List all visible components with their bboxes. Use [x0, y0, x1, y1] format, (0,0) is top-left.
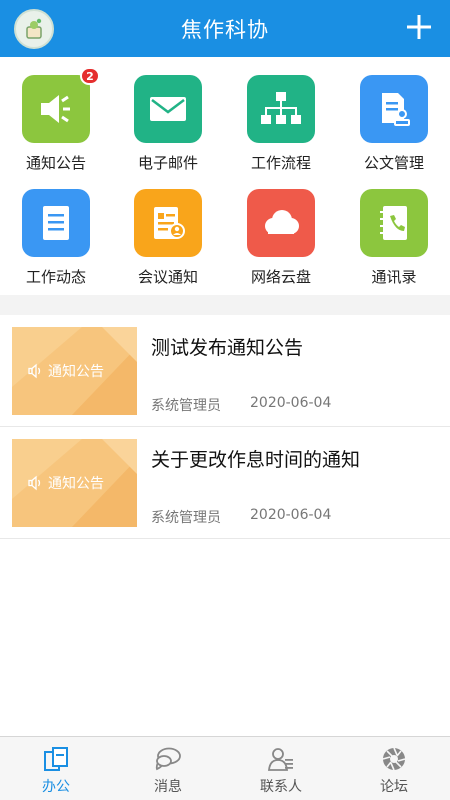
flowchart-icon [247, 75, 315, 143]
speaker-icon [28, 363, 41, 379]
grid-item-label: 工作流程 [250, 154, 311, 172]
meeting-icon [134, 189, 202, 257]
cloud-icon [247, 189, 315, 257]
top-bar: 焦作科协 [0, 0, 450, 57]
app-screen: 焦作科协 2 通知公告 电子邮件 工作流程 公文管理 工作动态 会议通知 网络云… [0, 0, 450, 800]
grid-item-email[interactable]: 电子邮件 [112, 57, 224, 175]
nav-item-messages[interactable]: 消息 [112, 737, 224, 800]
thumbnail-caption: 通知公告 [28, 361, 104, 381]
grid-item-workflow[interactable]: 工作流程 [225, 57, 337, 175]
news-date: 2020-06-04 [250, 507, 332, 523]
contacts-icon [268, 748, 293, 771]
notification-badge: 2 [80, 67, 100, 85]
page-title: 焦作科协 [181, 17, 269, 42]
grid-item-work-news[interactable]: 工作动态 [0, 171, 112, 289]
thumbnail-caption: 通知公告 [28, 473, 104, 493]
grid-item-notice[interactable]: 2 通知公告 [0, 57, 112, 175]
news-date: 2020-06-04 [250, 395, 332, 411]
news-author: 系统管理员 [151, 398, 221, 414]
nav-item-contacts[interactable]: 联系人 [225, 737, 337, 800]
news-title: 关于更改作息时间的通知 [151, 449, 361, 471]
contacts-book-icon [360, 189, 428, 257]
grid-item-label: 网络云盘 [250, 268, 311, 286]
speaker-icon [28, 475, 41, 491]
plus-icon[interactable] [404, 12, 434, 42]
document-stamp-icon [360, 75, 428, 143]
nav-label: 办公 [42, 779, 70, 795]
news-thumbnail: 通知公告 [12, 439, 137, 527]
notes-icon [22, 189, 90, 257]
grid-item-label: 公文管理 [363, 154, 424, 172]
nav-item-forum[interactable]: 论坛 [338, 737, 450, 800]
thumbnail-label: 通知公告 [48, 476, 104, 492]
news-thumbnail: 通知公告 [12, 327, 137, 415]
office-icon [44, 747, 68, 771]
grid-item-cloud-disk[interactable]: 网络云盘 [225, 171, 337, 289]
grid-item-label: 电子邮件 [137, 154, 198, 172]
grid-item-contacts-book[interactable]: 通讯录 [338, 171, 450, 289]
nav-label: 论坛 [380, 779, 408, 795]
grid-item-label: 会议通知 [137, 268, 198, 286]
grid-item-label: 工作动态 [25, 268, 86, 286]
thumbnail-label: 通知公告 [48, 364, 104, 380]
app-grid: 2 通知公告 电子邮件 工作流程 公文管理 工作动态 会议通知 网络云盘 通讯录 [0, 57, 450, 295]
grid-item-label: 通知公告 [25, 154, 86, 172]
chat-icon [155, 747, 181, 771]
list-item[interactable]: 通知公告 关于更改作息时间的通知 系统管理员 2020-06-04 [0, 427, 450, 539]
grid-item-label: 通讯录 [371, 268, 417, 286]
news-author: 系统管理员 [151, 510, 221, 526]
nav-label: 消息 [154, 779, 182, 795]
nav-item-office[interactable]: 办公 [0, 737, 112, 800]
avatar-icon[interactable] [14, 9, 54, 49]
list-item[interactable]: 通知公告 测试发布通知公告 系统管理员 2020-06-04 [0, 315, 450, 427]
grid-item-documents[interactable]: 公文管理 [338, 57, 450, 175]
nav-label: 联系人 [260, 779, 302, 795]
forum-icon [382, 747, 406, 771]
mail-icon [134, 75, 202, 143]
bottom-nav: 办公 消息 联系人 论坛 [0, 736, 450, 800]
news-title: 测试发布通知公告 [151, 337, 304, 359]
section-divider [0, 295, 450, 315]
grid-item-meeting[interactable]: 会议通知 [112, 171, 224, 289]
speaker-icon: 2 [22, 67, 100, 143]
